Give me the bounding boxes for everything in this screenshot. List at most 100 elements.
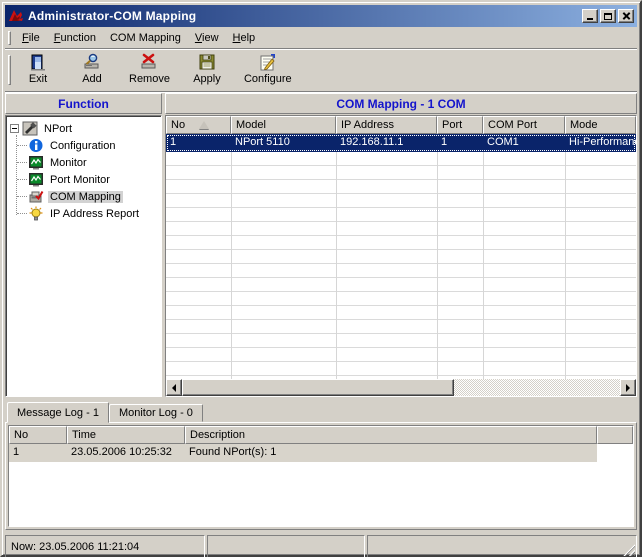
scroll-left-button[interactable] <box>166 379 182 396</box>
log-tab-content: No Time Description 1 23.05.2006 10:25:3… <box>5 422 637 530</box>
cell-com-port: COM1 <box>483 134 565 152</box>
arrow-right-icon <box>626 384 630 392</box>
column-header-com-port[interactable]: COM Port <box>483 116 565 134</box>
column-header-no[interactable]: No <box>166 116 231 134</box>
scroll-right-button[interactable] <box>620 379 636 396</box>
com-mapping-icon <box>28 189 44 204</box>
apply-button[interactable]: Apply <box>184 51 230 89</box>
resize-grip[interactable] <box>622 543 635 556</box>
tree-label-monitor[interactable]: Monitor <box>48 157 89 169</box>
main-area: Function NPort <box>5 93 637 397</box>
com-mapping-grid: No Model IP Address Port COM Port Mode 1… <box>165 115 637 397</box>
cell-port: 1 <box>437 134 483 152</box>
tree-node-monitor[interactable]: Monitor <box>28 154 159 171</box>
tree-label-com-mapping[interactable]: COM Mapping <box>48 191 123 203</box>
log-table: No Time Description 1 23.05.2006 10:25:3… <box>8 425 634 527</box>
cell-no: 1 <box>166 134 231 152</box>
monitor-icon <box>28 155 44 170</box>
apply-label: Apply <box>193 73 221 85</box>
tab-monitor-log[interactable]: Monitor Log - 0 <box>109 404 203 422</box>
menu-view[interactable]: View <box>188 30 226 46</box>
scrollbar-thumb[interactable] <box>182 379 454 396</box>
menu-com-mapping[interactable]: COM Mapping <box>103 30 188 46</box>
configure-label: Configure <box>244 73 292 85</box>
toolbar-grip[interactable] <box>8 55 11 85</box>
function-tree: NPort Configuration <box>5 115 162 397</box>
exit-icon <box>28 53 48 72</box>
log-tabbar: Message Log - 1 Monitor Log - 0 <box>5 401 637 422</box>
menu-function[interactable]: Function <box>47 30 103 46</box>
toolbar: Exit Add Remove <box>5 49 637 92</box>
log-cell-no: 1 <box>9 444 67 462</box>
minimize-button[interactable] <box>582 9 598 23</box>
log-cell-blank <box>597 444 633 462</box>
cell-model: NPort 5110 <box>231 134 336 152</box>
info-icon <box>28 138 44 153</box>
remove-icon <box>139 53 159 72</box>
apply-icon <box>197 53 217 72</box>
tree-node-ip-address-report[interactable]: IP Address Report <box>28 205 159 222</box>
scrollbar-track[interactable] <box>182 379 620 396</box>
configure-icon <box>258 53 278 72</box>
tree-children: Configuration Monitor <box>28 137 159 222</box>
tree-label-ip-address-report[interactable]: IP Address Report <box>48 208 141 220</box>
tree-node-nport[interactable]: NPort <box>10 120 159 137</box>
log-column-header-no[interactable]: No <box>9 426 67 444</box>
add-label: Add <box>82 73 102 85</box>
exit-button[interactable]: Exit <box>15 51 61 89</box>
close-button[interactable] <box>618 9 634 23</box>
function-panel: Function NPort <box>5 93 162 397</box>
cell-mode: Hi-Performance <box>565 134 636 152</box>
app-icon <box>8 8 24 24</box>
function-panel-title: Function <box>5 93 162 114</box>
menu-help[interactable]: Help <box>226 30 263 46</box>
grid-header-row: No Model IP Address Port COM Port Mode <box>166 116 636 134</box>
arrow-left-icon <box>172 384 176 392</box>
com-mapping-panel: COM Mapping - 1 COM No Model IP Address … <box>165 93 637 397</box>
table-row-selected[interactable]: 1 NPort 5110 192.168.11.1 1 COM1 Hi-Perf… <box>166 134 636 152</box>
column-header-model[interactable]: Model <box>231 116 336 134</box>
bulb-icon <box>28 206 44 221</box>
log-cell-description: Found NPort(s): 1 <box>185 444 597 462</box>
tree-node-com-mapping[interactable]: COM Mapping <box>28 188 159 205</box>
menu-file[interactable]: File <box>15 30 47 46</box>
log-panel: Message Log - 1 Monitor Log - 0 No Time … <box>5 401 637 530</box>
status-now: Now: 23.05.2006 11:21:04 <box>5 535 205 557</box>
log-column-header-time[interactable]: Time <box>67 426 185 444</box>
tree-label-port-monitor[interactable]: Port Monitor <box>48 174 112 186</box>
menubar: File Function COM Mapping View Help <box>5 28 637 49</box>
remove-label: Remove <box>129 73 170 85</box>
tree-label-nport[interactable]: NPort <box>42 123 74 135</box>
log-column-header-blank[interactable] <box>597 426 633 444</box>
titlebar[interactable]: Administrator-COM Mapping <box>5 5 637 27</box>
tab-message-log[interactable]: Message Log - 1 <box>7 402 109 423</box>
log-table-row[interactable]: 1 23.05.2006 10:25:32 Found NPort(s): 1 <box>9 444 633 462</box>
status-panel-3 <box>367 535 637 557</box>
tree-node-port-monitor[interactable]: Port Monitor <box>28 171 159 188</box>
tools-icon <box>22 121 38 136</box>
column-header-port[interactable]: Port <box>437 116 483 134</box>
exit-label: Exit <box>29 73 47 85</box>
tree-label-configuration[interactable]: Configuration <box>48 140 117 152</box>
log-column-header-description[interactable]: Description <box>185 426 597 444</box>
remove-button[interactable]: Remove <box>123 51 176 89</box>
grid-empty-rows[interactable] <box>166 152 636 379</box>
configure-button[interactable]: Configure <box>238 51 298 89</box>
close-icon <box>619 10 633 22</box>
status-panel-2 <box>207 535 365 557</box>
horizontal-scrollbar[interactable] <box>166 379 636 396</box>
maximize-button[interactable] <box>600 9 616 23</box>
app-window: Administrator-COM Mapping File Function … <box>0 0 642 557</box>
column-header-mode[interactable]: Mode <box>565 116 636 134</box>
column-header-ip-address[interactable]: IP Address <box>336 116 437 134</box>
sort-ascending-icon <box>199 121 209 129</box>
menubar-grip[interactable] <box>8 31 11 45</box>
add-button[interactable]: Add <box>69 51 115 89</box>
log-cell-time: 23.05.2006 10:25:32 <box>67 444 185 462</box>
minimize-icon <box>587 18 593 20</box>
collapse-icon[interactable] <box>10 124 19 133</box>
maximize-icon <box>604 13 612 20</box>
log-empty-area[interactable] <box>9 462 633 526</box>
cell-ip-address: 192.168.11.1 <box>336 134 437 152</box>
tree-node-configuration[interactable]: Configuration <box>28 137 159 154</box>
